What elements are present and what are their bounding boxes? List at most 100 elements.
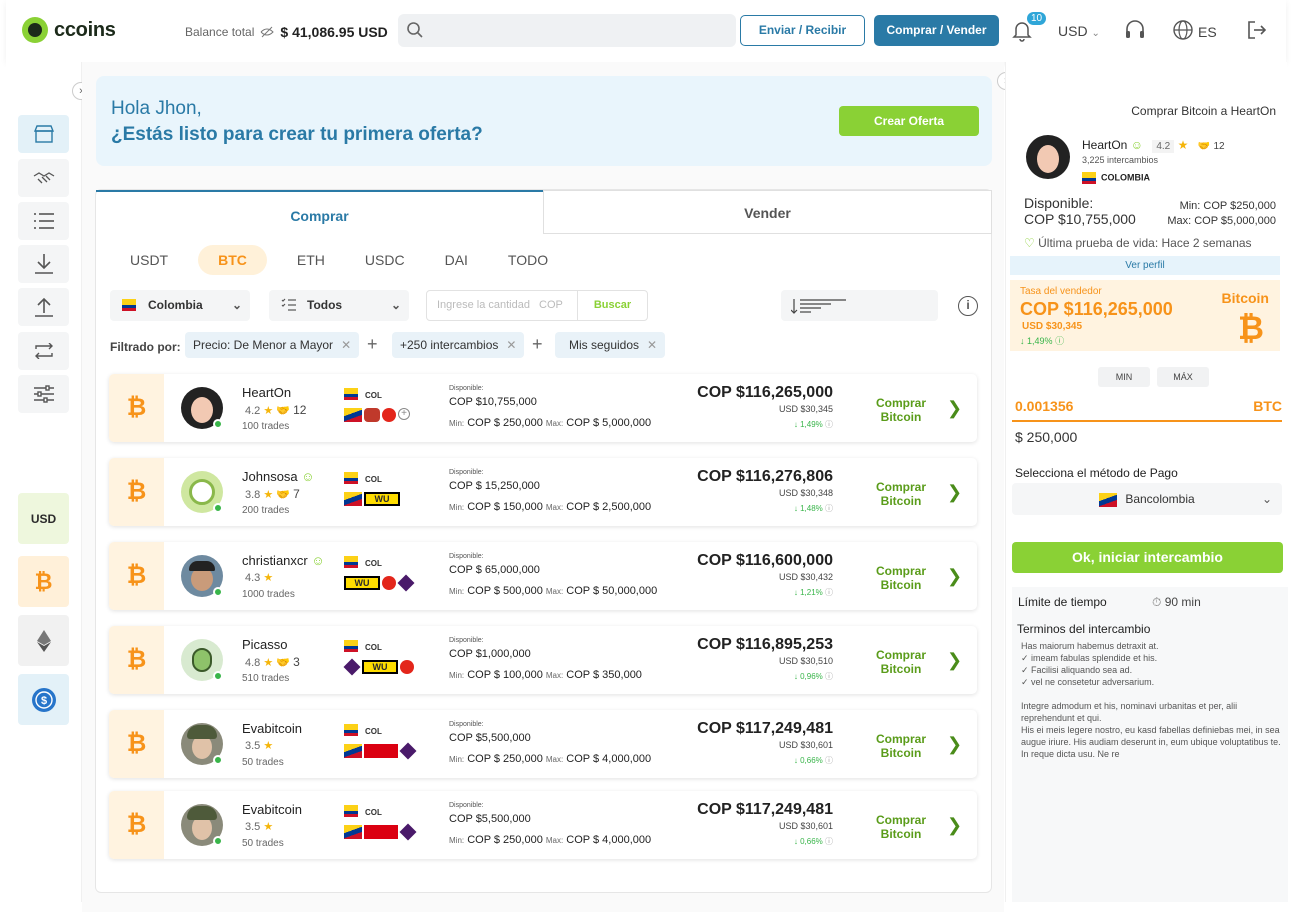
- country-select[interactable]: Colombia ⌄: [110, 290, 250, 321]
- payment-method-select[interactable]: Bancolombia ⌄: [1012, 483, 1282, 515]
- sidebar-coin-usdc[interactable]: $: [18, 674, 69, 725]
- offer-row[interactable]: ₿ HeartOn 4.2 ★ 🤝 12 100 trades COL + Di…: [109, 374, 977, 442]
- offer-price: COP $117,249,481: [697, 801, 833, 818]
- username[interactable]: Johnsosa ☺: [242, 469, 315, 484]
- sidebar-item-trades[interactable]: [18, 159, 69, 197]
- buy-bitcoin-button[interactable]: Comprar Bitcoin: [875, 732, 927, 760]
- offer-row[interactable]: ₿ Johnsosa ☺ 3.8 ★ 🤝 7 200 trades COL WU…: [109, 458, 977, 526]
- language-select[interactable]: ES: [1198, 24, 1217, 40]
- coin-tab-dai[interactable]: DAI: [425, 245, 488, 275]
- globe-icon[interactable]: [1172, 19, 1194, 41]
- username[interactable]: HeartOn: [242, 385, 291, 400]
- chevron-right-icon[interactable]: ❯: [947, 734, 962, 755]
- sidebar-item-settings[interactable]: [18, 375, 69, 413]
- headset-icon[interactable]: [1124, 19, 1146, 41]
- sidebar-item-send[interactable]: [18, 288, 69, 326]
- search-input[interactable]: [398, 14, 736, 47]
- chevron-right-icon[interactable]: ❯: [947, 566, 962, 587]
- username[interactable]: christianxcr ☺: [242, 553, 325, 568]
- username[interactable]: Evabitcoin: [242, 721, 302, 736]
- star-icon: ★: [263, 572, 274, 584]
- logo[interactable]: ccoins: [22, 17, 116, 43]
- tab-buy[interactable]: Comprar: [96, 190, 543, 234]
- info-icon[interactable]: i: [958, 296, 978, 316]
- seller-name[interactable]: HeartOn ☺ 4.2 ★ 🤝 12: [1082, 138, 1225, 153]
- available-value: COP $1,000,000: [449, 648, 531, 660]
- sidebar-coin-eth[interactable]: [18, 615, 69, 666]
- notifications-button[interactable]: 10: [1012, 12, 1047, 47]
- chevron-right-icon[interactable]: ❯: [947, 398, 962, 419]
- buy-bitcoin-button[interactable]: Comprar Bitcoin: [875, 480, 927, 508]
- search-button[interactable]: Buscar: [577, 291, 647, 320]
- username[interactable]: Picasso: [242, 637, 288, 652]
- sidebar-item-receive[interactable]: [18, 245, 69, 283]
- offer-row[interactable]: ₿ Evabitcoin 3.5 ★ 50 trades COL Disponi…: [109, 710, 977, 778]
- available-label: Disponible:: [449, 637, 484, 644]
- start-trade-button[interactable]: Ok, iniciar intercambio: [1012, 542, 1283, 573]
- rate-percent: ↓ 1,49% ⓘ: [1020, 336, 1065, 346]
- percent-value: 0,96%: [800, 672, 823, 681]
- create-offer-button[interactable]: Crear Oferta: [839, 106, 979, 136]
- buy-bitcoin-button[interactable]: Comprar Bitcoin: [875, 396, 927, 424]
- buy-bitcoin-button[interactable]: Comprar Bitcoin: [875, 648, 927, 676]
- filter-chip-price[interactable]: Precio: De Menor a Mayor ✕: [185, 332, 360, 358]
- eye-off-icon[interactable]: [260, 26, 275, 38]
- max-button[interactable]: MÁX: [1157, 367, 1209, 387]
- sidebar-coin-usd[interactable]: USD: [18, 493, 69, 544]
- balance: Balance total $ 41,086.95 USD: [185, 24, 388, 40]
- tab-sell[interactable]: Vender: [543, 190, 992, 234]
- amount-input[interactable]: Ingrese la cantidad COP Buscar: [426, 290, 648, 321]
- search-icon: [407, 22, 423, 38]
- logout-icon[interactable]: [1246, 19, 1268, 41]
- buy-bitcoin-button[interactable]: Comprar Bitcoin: [875, 813, 927, 841]
- coin-tab-btc[interactable]: BTC: [198, 245, 267, 275]
- svg-text:$: $: [40, 695, 46, 707]
- sidebar-item-swap[interactable]: [18, 332, 69, 370]
- sidebar-coin-btc[interactable]: ₿: [18, 556, 69, 607]
- chevron-right-icon[interactable]: ❯: [947, 650, 962, 671]
- close-icon[interactable]: ✕: [647, 338, 657, 352]
- rate-usd: USD $30,345: [1022, 321, 1083, 332]
- view-profile-link[interactable]: Ver perfil: [1010, 256, 1280, 275]
- close-icon[interactable]: ✕: [506, 338, 516, 352]
- user-rating: 3.5 ★: [245, 739, 273, 752]
- available-value: COP $10,755,000: [449, 396, 537, 408]
- sidebar-item-market[interactable]: [18, 115, 69, 153]
- offer-price: COP $116,600,000: [697, 552, 833, 569]
- more-methods-icon[interactable]: +: [398, 408, 410, 420]
- coin-tab-eth[interactable]: ETH: [277, 245, 345, 275]
- payment-method-select[interactable]: Todos ⌄: [269, 290, 409, 321]
- help-icon: ⓘ: [825, 672, 833, 681]
- chevron-right-icon[interactable]: ❯: [947, 815, 962, 836]
- coin-tab-usdc[interactable]: USDC: [345, 245, 425, 275]
- sort-button[interactable]: [781, 290, 938, 321]
- min-button[interactable]: MIN: [1098, 367, 1150, 387]
- username[interactable]: Evabitcoin: [242, 802, 302, 817]
- currency-select[interactable]: USD ⌄: [1058, 23, 1100, 39]
- offer-row[interactable]: ₿ Evabitcoin 3.5 ★ 50 trades COL Disponi…: [109, 791, 977, 859]
- rating-value: 3.5: [245, 821, 261, 833]
- min-label: Min:: [449, 755, 465, 764]
- sidebar-item-list[interactable]: [18, 202, 69, 240]
- offer-price: COP $116,276,806: [697, 468, 833, 485]
- close-icon[interactable]: ✕: [341, 338, 351, 352]
- coin-tab-todo[interactable]: TODO: [488, 245, 568, 275]
- offer-row[interactable]: ₿ christianxcr ☺ 4.3 ★ 1000 trades COL W…: [109, 542, 977, 610]
- bitcoin-icon: ₿: [109, 710, 164, 778]
- offer-row[interactable]: ₿ Picasso 4.8 ★ 🤝 3 510 trades COL WU Di…: [109, 626, 977, 694]
- trades-count: 3: [293, 655, 300, 669]
- coin-tab-usdt[interactable]: USDT: [110, 245, 188, 275]
- max-value: COP $ 2,500,000: [566, 501, 652, 513]
- add-filter-icon[interactable]: +: [367, 334, 378, 355]
- star-icon: ★: [263, 740, 274, 752]
- chevron-right-icon[interactable]: ❯: [947, 482, 962, 503]
- filter-chip-following[interactable]: Mis seguidos ✕: [555, 332, 666, 358]
- add-filter-icon[interactable]: +: [532, 334, 543, 355]
- buy-sell-button[interactable]: Comprar / Vender: [874, 15, 999, 46]
- btc-amount-input[interactable]: 0.001356 BTC: [1012, 393, 1282, 422]
- santander-icon: [382, 408, 396, 422]
- filter-chip-trades[interactable]: +250 intercambios ✕: [392, 332, 525, 358]
- send-receive-button[interactable]: Enviar / Recibir: [740, 15, 865, 46]
- buy-bitcoin-button[interactable]: Comprar Bitcoin: [875, 564, 927, 592]
- country-code: COL: [365, 559, 382, 568]
